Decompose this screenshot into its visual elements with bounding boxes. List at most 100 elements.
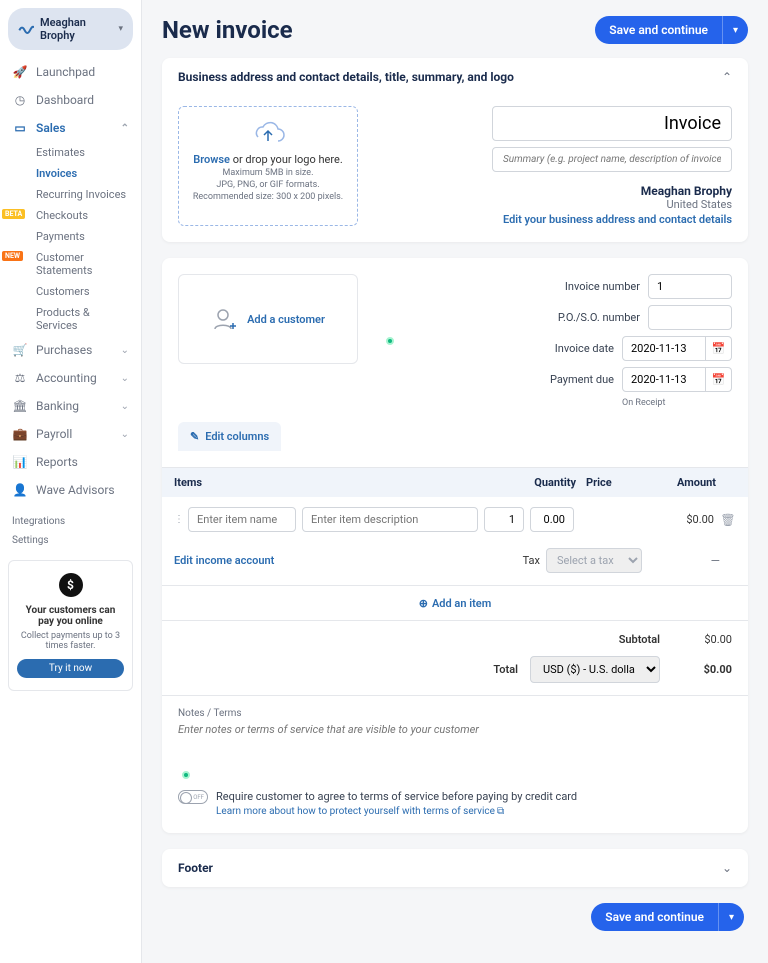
col-qty: Quantity	[516, 476, 576, 489]
terms-text: Require customer to agree to terms of se…	[216, 790, 577, 803]
notes-textarea[interactable]	[178, 719, 732, 753]
pencil-icon: ✎	[190, 430, 199, 443]
add-customer-label: Add a customer	[247, 313, 325, 326]
tax-label: Tax	[523, 554, 540, 567]
nav-label: Sales	[36, 121, 66, 135]
person-icon: 👤	[12, 482, 28, 498]
briefcase-icon: 💼	[12, 426, 28, 442]
terms-toggle[interactable]: OFF	[178, 790, 208, 804]
delete-icon[interactable]: 🗑	[720, 513, 736, 527]
nav-banking[interactable]: 🏛 Banking ⌄	[0, 392, 141, 420]
table-header: Items Quantity Price Amount	[162, 467, 748, 497]
footer-title: Footer	[178, 861, 213, 875]
edit-columns-label: Edit columns	[205, 430, 269, 443]
nav-payroll[interactable]: 💼 Payroll ⌄	[0, 420, 141, 448]
nav-label: Banking	[36, 399, 79, 413]
user-name: Meaghan Brophy	[40, 16, 112, 42]
invoice-summary-input[interactable]	[492, 147, 732, 172]
payment-due-input[interactable]	[622, 367, 706, 392]
due-label: Payment due	[519, 373, 614, 386]
invoice-date-input[interactable]	[622, 336, 706, 361]
new-badge: NEW	[2, 251, 23, 261]
save-caret-button[interactable]: ▾	[722, 16, 748, 44]
edit-income-link[interactable]: Edit income account	[174, 554, 274, 567]
po-label: P.O./S.O. number	[545, 311, 640, 324]
chevron-down-icon: ⌄	[121, 429, 129, 440]
chevron-down-icon: ⌄	[121, 373, 129, 384]
dropzone-text: Browse or drop your logo here.	[185, 153, 351, 166]
cloud-upload-icon	[250, 121, 286, 147]
nav-settings[interactable]: Settings	[0, 531, 141, 550]
item-qty-input[interactable]	[484, 507, 524, 532]
logo-dropzone[interactable]: Browse or drop your logo here. Maximum 5…	[178, 106, 358, 226]
tax-select[interactable]: Select a tax	[546, 548, 642, 573]
biz-section-header[interactable]: Business address and contact details, ti…	[162, 58, 748, 96]
sub-estimates[interactable]: Estimates	[0, 142, 141, 163]
person-plus-icon	[211, 305, 239, 333]
nav-label: Launchpad	[36, 65, 95, 79]
sub-products[interactable]: Products & Services	[0, 302, 141, 336]
nav-purchases[interactable]: 🛒 Purchases ⌄	[0, 336, 141, 364]
user-chip[interactable]: Meaghan Brophy ▾	[8, 8, 133, 50]
gauge-icon: ◷	[12, 92, 28, 108]
rocket-icon: 🚀	[12, 64, 28, 80]
edit-columns-button[interactable]: ✎ Edit columns	[178, 422, 281, 451]
cart-icon: 🛒	[12, 342, 28, 358]
sub-recurring[interactable]: Recurring Invoices	[0, 184, 141, 205]
promo-button[interactable]: Try it now	[17, 659, 124, 678]
total-value: $0.00	[672, 663, 732, 676]
edit-business-link[interactable]: Edit your business address and contact d…	[503, 213, 732, 226]
save-button[interactable]: Save and continue	[595, 16, 722, 44]
dropzone-hint: JPG, PNG, or GIF formats.	[185, 180, 351, 190]
sub-invoices[interactable]: Invoices	[0, 163, 141, 184]
col-price: Price	[586, 476, 646, 489]
terms-learn-link[interactable]: Learn more about how to protect yourself…	[216, 806, 504, 817]
notes-label: Notes / Terms	[178, 708, 732, 719]
col-items: Items	[174, 476, 516, 489]
nav-reports[interactable]: 📊 Reports	[0, 448, 141, 476]
nav-integrations[interactable]: Integrations	[0, 512, 141, 531]
po-number-input[interactable]	[648, 305, 732, 330]
page-title: New invoice	[162, 16, 293, 44]
invoice-title-input[interactable]	[492, 106, 732, 141]
sub-customers[interactable]: Customers	[0, 281, 141, 302]
currency-select[interactable]: USD ($) - U.S. dollar	[530, 656, 660, 683]
invoice-number-input[interactable]	[648, 274, 732, 299]
browse-link[interactable]: Browse	[193, 153, 230, 166]
add-item-button[interactable]: ⊕ Add an item	[419, 597, 492, 610]
promo-card: $ Your customers can pay you online Coll…	[8, 560, 133, 691]
add-customer-box[interactable]: Add a customer	[178, 274, 358, 364]
business-country: United States	[667, 198, 732, 211]
save-split-button: Save and continue ▾	[595, 16, 748, 44]
item-desc-input[interactable]	[302, 507, 478, 532]
chevron-up-icon: ⌃	[121, 123, 129, 134]
item-amount: $0.00	[644, 513, 714, 526]
calendar-icon[interactable]: 📅	[706, 336, 732, 361]
nav-launchpad[interactable]: 🚀 Launchpad	[0, 58, 141, 86]
nav-advisors[interactable]: 👤 Wave Advisors	[0, 476, 141, 504]
item-name-input[interactable]	[188, 507, 296, 532]
chevron-up-icon: ⌃	[722, 70, 732, 84]
subtotal-value: $0.00	[672, 633, 732, 646]
nav-sales[interactable]: ▭ Sales ⌃	[0, 114, 141, 142]
nav-label: Wave Advisors	[36, 483, 115, 497]
total-label: Total	[493, 663, 518, 676]
subtotal-label: Subtotal	[619, 633, 660, 646]
scale-icon: ⚖	[12, 370, 28, 386]
sub-payments[interactable]: Payments	[0, 226, 141, 247]
nav-dashboard[interactable]: ◷ Dashboard	[0, 86, 141, 114]
footer-section-header[interactable]: Footer ⌄	[162, 849, 748, 887]
dropzone-hint: Recommended size: 300 x 200 pixels.	[185, 192, 351, 202]
promo-title: Your customers can pay you online	[17, 605, 124, 627]
status-dot-icon	[182, 771, 190, 779]
save-caret-button-bottom[interactable]: ▾	[718, 903, 744, 931]
nav-accounting[interactable]: ⚖ Accounting ⌄	[0, 364, 141, 392]
calendar-icon[interactable]: 📅	[706, 367, 732, 392]
sub-statements[interactable]: NEWCustomer Statements	[0, 247, 141, 281]
item-price-input[interactable]	[530, 507, 574, 532]
drag-handle-icon[interactable]: ⋮⋮	[174, 514, 182, 525]
promo-sub: Collect payments up to 3 times faster.	[17, 631, 124, 651]
add-item-label: Add an item	[432, 597, 491, 610]
sub-checkouts[interactable]: BETACheckouts	[0, 205, 141, 226]
save-button-bottom[interactable]: Save and continue	[591, 903, 718, 931]
